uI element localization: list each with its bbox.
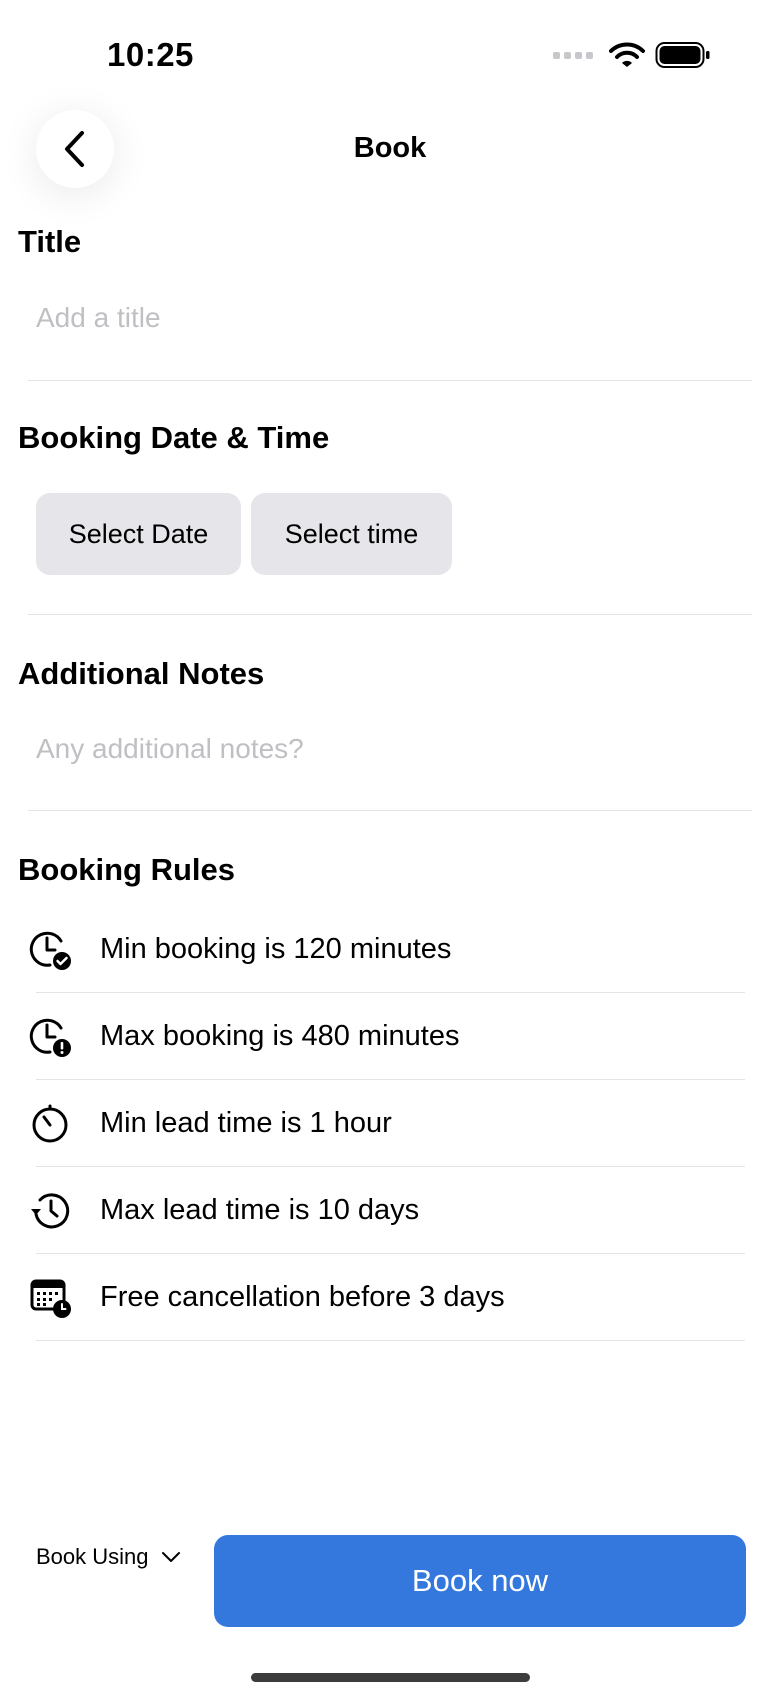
rule-row: Max lead time is 10 days bbox=[28, 1167, 745, 1254]
chevron-down-icon bbox=[161, 1552, 180, 1562]
wifi-icon bbox=[609, 42, 645, 67]
divider bbox=[28, 614, 752, 615]
title-input[interactable]: Add a title bbox=[36, 302, 736, 334]
status-time: 10:25 bbox=[107, 36, 194, 73]
rule-text: Max lead time is 10 days bbox=[100, 1194, 420, 1226]
select-date-button[interactable]: Select Date bbox=[36, 493, 241, 575]
battery-icon bbox=[655, 42, 710, 68]
page-title: Book bbox=[353, 132, 427, 164]
select-time-button[interactable]: Select time bbox=[251, 493, 452, 575]
title-label: Title bbox=[18, 224, 82, 259]
book-now-button[interactable]: Book now bbox=[214, 1535, 746, 1627]
book-using-label: Book Using bbox=[36, 1544, 149, 1569]
rule-text: Max booking is 480 minutes bbox=[100, 1020, 460, 1052]
rule-row: Min booking is 120 minutes bbox=[28, 906, 745, 993]
booking-rules-label: Booking Rules bbox=[18, 852, 236, 887]
clock-alert-icon bbox=[29, 1018, 71, 1057]
divider bbox=[28, 810, 752, 811]
book-using-dropdown[interactable]: Book Using bbox=[36, 1544, 181, 1570]
rule-text: Min lead time is 1 hour bbox=[100, 1107, 392, 1139]
rule-divider bbox=[36, 1340, 745, 1341]
calendar-clock-icon bbox=[30, 1279, 71, 1318]
divider bbox=[28, 380, 752, 381]
booking-screen: 10:25 Book Title Add a title Booking Dat… bbox=[0, 0, 780, 1695]
additional-notes-label: Additional Notes bbox=[18, 656, 265, 691]
timer-icon bbox=[32, 1104, 68, 1143]
rule-row: Min lead time is 1 hour bbox=[28, 1080, 745, 1167]
rule-row: Max booking is 480 minutes bbox=[28, 993, 745, 1080]
history-icon bbox=[31, 1193, 70, 1229]
clock-check-icon bbox=[29, 931, 71, 970]
status-icons bbox=[553, 40, 711, 70]
home-indicator bbox=[251, 1673, 530, 1682]
rule-text: Free cancellation before 3 days bbox=[100, 1281, 505, 1313]
booking-datetime-label: Booking Date & Time bbox=[18, 420, 330, 455]
rule-row: Free cancellation before 3 days bbox=[28, 1254, 745, 1341]
notes-input[interactable]: Any additional notes? bbox=[36, 733, 736, 765]
cellular-signal-icon bbox=[553, 51, 593, 59]
rule-text: Min booking is 120 minutes bbox=[100, 933, 452, 965]
